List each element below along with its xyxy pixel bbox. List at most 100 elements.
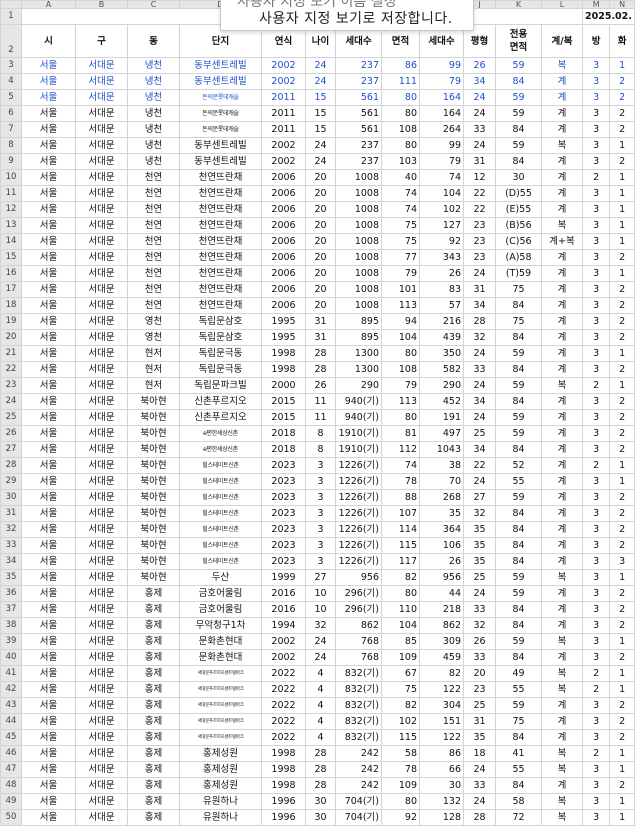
grid-cell[interactable]: 서울 (21, 713, 76, 730)
grid-cell[interactable]: 1226(기) (335, 553, 382, 570)
grid-cell[interactable]: 113 (381, 297, 420, 314)
grid-cell[interactable]: 80 (381, 345, 420, 362)
grid-cell[interactable]: 862 (419, 617, 464, 634)
grid-cell[interactable]: 서대문 (75, 281, 128, 298)
grid-cell[interactable]: 3 (581, 793, 611, 810)
grid-cell[interactable]: 서대문 (75, 761, 128, 778)
grid-cell[interactable]: 북아현 (127, 457, 180, 474)
grid-cell[interactable]: 냉천 (127, 137, 180, 154)
grid-cell[interactable]: 유원하나 (179, 809, 262, 826)
grid-cell[interactable]: 1226(기) (335, 537, 382, 554)
grid-cell[interactable]: 1 (609, 569, 635, 586)
grid-cell[interactable]: 동부센트레빌 (179, 137, 262, 154)
grid-cell[interactable]: 86 (381, 57, 420, 74)
grid-cell[interactable]: 홍제 (127, 633, 180, 650)
grid-cell[interactable]: 24 (463, 265, 496, 282)
row-number[interactable]: 48 (0, 777, 22, 794)
row-number[interactable]: 14 (0, 233, 22, 250)
grid-cell[interactable]: 30 (419, 777, 464, 794)
grid-cell[interactable]: 237 (335, 153, 382, 170)
grid-cell[interactable]: (T)59 (495, 265, 542, 282)
grid-cell[interactable]: 서울 (21, 169, 76, 186)
grid-cell[interactable]: 2011 (261, 121, 306, 138)
grid-cell[interactable]: 34 (463, 393, 496, 410)
grid-cell[interactable]: 74 (381, 457, 420, 474)
grid-cell[interactable]: 계 (541, 265, 583, 282)
grid-cell[interactable]: 홍제성원 (179, 745, 262, 762)
grid-cell[interactable]: 26 (419, 553, 464, 570)
grid-cell[interactable]: 99 (419, 137, 464, 154)
grid-cell[interactable]: 59 (495, 425, 542, 442)
grid-cell[interactable]: 2023 (261, 473, 306, 490)
grid-cell[interactable]: 3 (305, 505, 336, 522)
grid-cell[interactable]: 서대문 (75, 89, 128, 106)
grid-cell[interactable]: 3 (581, 281, 611, 298)
grid-cell[interactable]: 독립문파크빌 (179, 377, 262, 394)
row-number[interactable]: 8 (0, 137, 22, 154)
grid-cell[interactable]: 복 (541, 793, 583, 810)
grid-cell[interactable]: 냉천 (127, 89, 180, 106)
grid-cell[interactable]: 서대문 (75, 681, 128, 698)
grid-cell[interactable]: 452 (419, 393, 464, 410)
grid-cell[interactable]: 홍제 (127, 601, 180, 618)
grid-cell[interactable]: 84 (495, 393, 542, 410)
grid-cell[interactable]: 계 (541, 457, 583, 474)
grid-cell[interactable]: 20 (305, 201, 336, 218)
grid-cell[interactable]: 복 (541, 633, 583, 650)
grid-cell[interactable]: 23 (463, 249, 496, 266)
grid-cell[interactable]: 계 (541, 105, 583, 122)
grid-cell[interactable]: 70 (419, 473, 464, 490)
grid-cell[interactable]: 1 (609, 761, 635, 778)
grid-cell[interactable]: 84 (495, 329, 542, 346)
column-header[interactable]: C (127, 0, 180, 9)
grid-cell[interactable]: 복 (541, 665, 583, 682)
grid-cell[interactable]: 768 (335, 633, 382, 650)
grid-cell[interactable]: 천연뜨란채 (179, 185, 262, 202)
grid-cell[interactable]: 1994 (261, 617, 306, 634)
row-number[interactable]: 42 (0, 681, 22, 698)
grid-cell[interactable]: 82 (381, 569, 420, 586)
grid-cell[interactable]: 서울 (21, 665, 76, 682)
grid-cell[interactable]: 832(기) (335, 665, 382, 682)
row-number[interactable]: 21 (0, 345, 22, 362)
grid-cell[interactable]: 2022 (261, 681, 306, 698)
grid-cell[interactable]: 26 (305, 377, 336, 394)
grid-cell[interactable]: 11 (305, 409, 336, 426)
grid-cell[interactable]: 2 (609, 281, 635, 298)
grid-cell[interactable]: 서울 (21, 73, 76, 90)
row-number[interactable]: 2 (0, 24, 22, 58)
grid-cell[interactable]: 2006 (261, 249, 306, 266)
grid-cell[interactable]: 서대문 (75, 217, 128, 234)
grid-cell[interactable]: 561 (335, 121, 382, 138)
grid-cell[interactable]: 1300 (335, 361, 382, 378)
grid-cell[interactable]: 1998 (261, 777, 306, 794)
grid-cell[interactable]: 서울 (21, 537, 76, 554)
grid-cell[interactable]: 78 (381, 473, 420, 490)
grid-cell[interactable]: 8 (305, 425, 336, 442)
grid-cell[interactable]: 현저 (127, 377, 180, 394)
grid-cell[interactable]: 895 (335, 329, 382, 346)
grid-cell[interactable]: 2 (609, 425, 635, 442)
grid-cell[interactable]: 1910(기) (335, 425, 382, 442)
grid-cell[interactable]: 2018 (261, 441, 306, 458)
grid-cell[interactable]: 23 (463, 217, 496, 234)
row-number[interactable]: 43 (0, 697, 22, 714)
grid-cell[interactable]: 84 (495, 601, 542, 618)
grid-cell[interactable]: 서대문 (75, 777, 128, 794)
grid-cell[interactable]: 24 (305, 633, 336, 650)
grid-cell[interactable]: 956 (419, 569, 464, 586)
row-number[interactable]: 37 (0, 601, 22, 618)
row-number[interactable]: 27 (0, 441, 22, 458)
grid-cell[interactable]: 2 (581, 457, 611, 474)
grid-cell[interactable]: 서대문푸르지오센트럴파크 (179, 729, 262, 746)
grid-cell[interactable]: 24 (463, 89, 496, 106)
grid-cell[interactable]: 계 (541, 713, 583, 730)
grid-cell[interactable]: 서대문 (75, 649, 128, 666)
grid-cell[interactable]: 2 (609, 73, 635, 90)
grid-cell[interactable]: 34 (463, 297, 496, 314)
grid-cell[interactable]: 천연 (127, 217, 180, 234)
grid-cell[interactable]: 114 (381, 521, 420, 538)
row-number[interactable]: 32 (0, 521, 22, 538)
grid-cell[interactable]: 3 (581, 217, 611, 234)
grid-cell[interactable]: 127 (419, 217, 464, 234)
